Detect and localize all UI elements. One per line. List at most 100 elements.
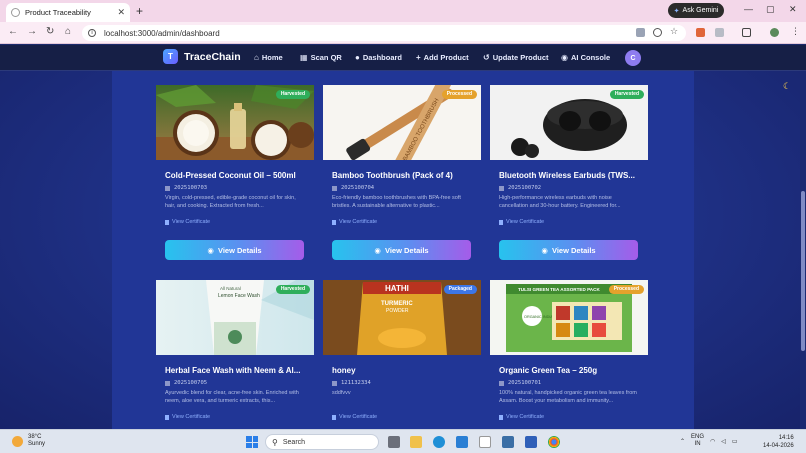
nav-dashboard[interactable]: ● Dashboard: [355, 53, 402, 62]
product-card: All Natural Lemon Face Wash Harvested He…: [156, 280, 314, 420]
weather-widget[interactable]: 38°C Sunny: [12, 434, 45, 448]
maximize-button[interactable]: ▢: [766, 4, 775, 15]
bookmark-star-icon[interactable]: ☆: [670, 26, 679, 36]
chrome-icon[interactable]: [548, 436, 560, 448]
view-certificate-link[interactable]: View Certificate: [499, 219, 648, 225]
id-icon: [332, 185, 337, 191]
store-icon[interactable]: [479, 436, 491, 448]
view-details-button[interactable]: ◉ View Details: [499, 240, 638, 260]
search-icon: ⚲: [272, 437, 278, 447]
site-info-icon[interactable]: i: [88, 29, 96, 37]
id-icon: [332, 380, 337, 386]
reload-icon[interactable]: ↻: [46, 26, 54, 37]
extensions-puzzle-icon[interactable]: [715, 28, 724, 37]
brand-logo-icon: T: [163, 49, 178, 64]
status-badge: Processed: [441, 90, 477, 99]
start-button-windows-icon[interactable]: [246, 436, 258, 448]
tab-title: Product Traceability: [25, 8, 91, 17]
task-view-icon[interactable]: [388, 436, 400, 448]
taskbar-clock[interactable]: 14:16 14-04-2026: [763, 434, 794, 450]
product-image-earbuds: Harvested: [490, 85, 648, 160]
view-certificate-link[interactable]: View Certificate: [332, 219, 481, 225]
language-indicator[interactable]: ENG: [691, 434, 704, 441]
status-badge: Processed: [608, 285, 644, 294]
product-id: 2025100701: [499, 380, 648, 386]
sun-icon: [12, 435, 23, 447]
nav-ai-console[interactable]: ◉ AI Console: [561, 53, 610, 62]
brand[interactable]: T TraceChain: [163, 49, 241, 64]
browser-menu-icon[interactable]: ⋮: [791, 26, 800, 36]
nav-home[interactable]: ⌂ Home: [254, 53, 283, 62]
user-avatar[interactable]: C: [625, 50, 641, 66]
product-description: Virgin, cold-pressed, edible-grade cocon…: [165, 195, 296, 209]
product-id: 2025100703: [165, 185, 314, 191]
nav-scan-qr[interactable]: ▦ Scan QR: [300, 53, 342, 62]
new-tab-button[interactable]: +: [136, 4, 143, 18]
nav-add-product[interactable]: + Add Product: [416, 53, 469, 62]
product-card: TULSI GREEN TEA ASSORTED PACK ORGANIC IN…: [490, 280, 648, 420]
document-icon: [332, 414, 336, 420]
app-navbar: T TraceChain ⌂ Home ▦ Scan QR ● Dashboar…: [0, 45, 806, 71]
history-icon: ↺: [483, 53, 490, 62]
nav-update-product[interactable]: ↺ Update Product: [483, 53, 549, 62]
url-input[interactable]: i localhost:3000/admin/dashboard: [82, 25, 686, 41]
tab-close-icon[interactable]: ✕: [117, 7, 125, 18]
qr-icon: ▦: [300, 53, 308, 62]
page-scrollbar[interactable]: [800, 71, 806, 429]
extension-fox-icon[interactable]: [696, 28, 705, 37]
back-icon[interactable]: ←: [8, 26, 18, 37]
weather-condition: Sunny: [28, 441, 46, 447]
product-id: 2025100704: [332, 185, 481, 191]
product-id: 2025100705: [165, 380, 314, 386]
product-title: Bamboo Toothbrush (Pack of 4): [332, 171, 453, 180]
document-icon: [332, 219, 336, 225]
id-icon: [165, 380, 170, 386]
vscode-icon[interactable]: [456, 436, 468, 448]
ask-gemini-button[interactable]: ✦ Ask Gemini: [668, 3, 724, 18]
browser-tab[interactable]: Product Traceability ✕: [6, 3, 130, 22]
file-explorer-icon[interactable]: [410, 436, 422, 448]
close-window-button[interactable]: ✕: [789, 4, 797, 15]
status-badge: Packaged: [443, 285, 477, 294]
svg-text:TULSI GREEN TEA ASSORTED PACK: TULSI GREEN TEA ASSORTED PACK: [518, 287, 600, 292]
plus-icon: +: [416, 53, 421, 62]
view-certificate-link[interactable]: View Certificate: [165, 219, 314, 225]
password-icon[interactable]: [636, 28, 645, 37]
app-icon-2[interactable]: [525, 436, 537, 448]
product-title: honey: [332, 366, 356, 375]
theme-toggle-moon-icon[interactable]: ☾: [780, 81, 794, 95]
forward-icon[interactable]: →: [27, 26, 37, 37]
product-title: Bluetooth Wireless Earbuds (TWS...: [499, 171, 635, 180]
view-certificate-link[interactable]: View Certificate: [165, 414, 314, 420]
eye-icon: ◉: [541, 245, 548, 255]
app-icon[interactable]: [502, 436, 514, 448]
eye-icon: ◉: [207, 245, 214, 255]
product-image-green-tea: TULSI GREEN TEA ASSORTED PACK ORGANIC IN…: [490, 280, 648, 355]
wifi-icon[interactable]: ◠: [710, 438, 715, 445]
product-image-bamboo-toothbrush: BAMBOO TOOTHBRUSH Processed: [323, 85, 481, 160]
chevron-up-icon[interactable]: ⌃: [680, 438, 685, 445]
volume-icon[interactable]: ◁: [721, 438, 726, 445]
tab-search-icon[interactable]: [742, 28, 751, 37]
battery-icon[interactable]: ▭: [732, 438, 738, 445]
document-icon: [499, 219, 503, 225]
product-id: 121132334: [332, 380, 481, 386]
profile-avatar-icon[interactable]: [770, 28, 779, 37]
edge-browser-icon[interactable]: [433, 436, 445, 448]
zoom-icon[interactable]: [653, 28, 662, 37]
view-certificate-link[interactable]: View Certificate: [499, 414, 648, 420]
product-description: Ayurvedic blend for clear, acne-free ski…: [165, 390, 299, 404]
product-description: Eco-friendly bamboo toothbrushes with BP…: [332, 195, 461, 209]
svg-text:TURMERIC: TURMERIC: [381, 301, 413, 307]
product-card: Harvested Bluetooth Wireless Earbuds (TW…: [490, 85, 648, 260]
view-details-button[interactable]: ◉ View Details: [332, 240, 471, 260]
taskbar-search[interactable]: ⚲ Search: [265, 434, 379, 450]
status-badge: Harvested: [275, 285, 310, 294]
view-details-button[interactable]: ◉ View Details: [165, 240, 304, 260]
home-icon[interactable]: ⌂: [65, 26, 71, 37]
view-certificate-link[interactable]: View Certificate: [332, 414, 481, 420]
svg-text:POWDER: POWDER: [386, 308, 409, 314]
document-icon: [165, 219, 169, 225]
product-image-face-wash: All Natural Lemon Face Wash Harvested: [156, 280, 314, 355]
minimize-button[interactable]: —: [744, 4, 753, 14]
